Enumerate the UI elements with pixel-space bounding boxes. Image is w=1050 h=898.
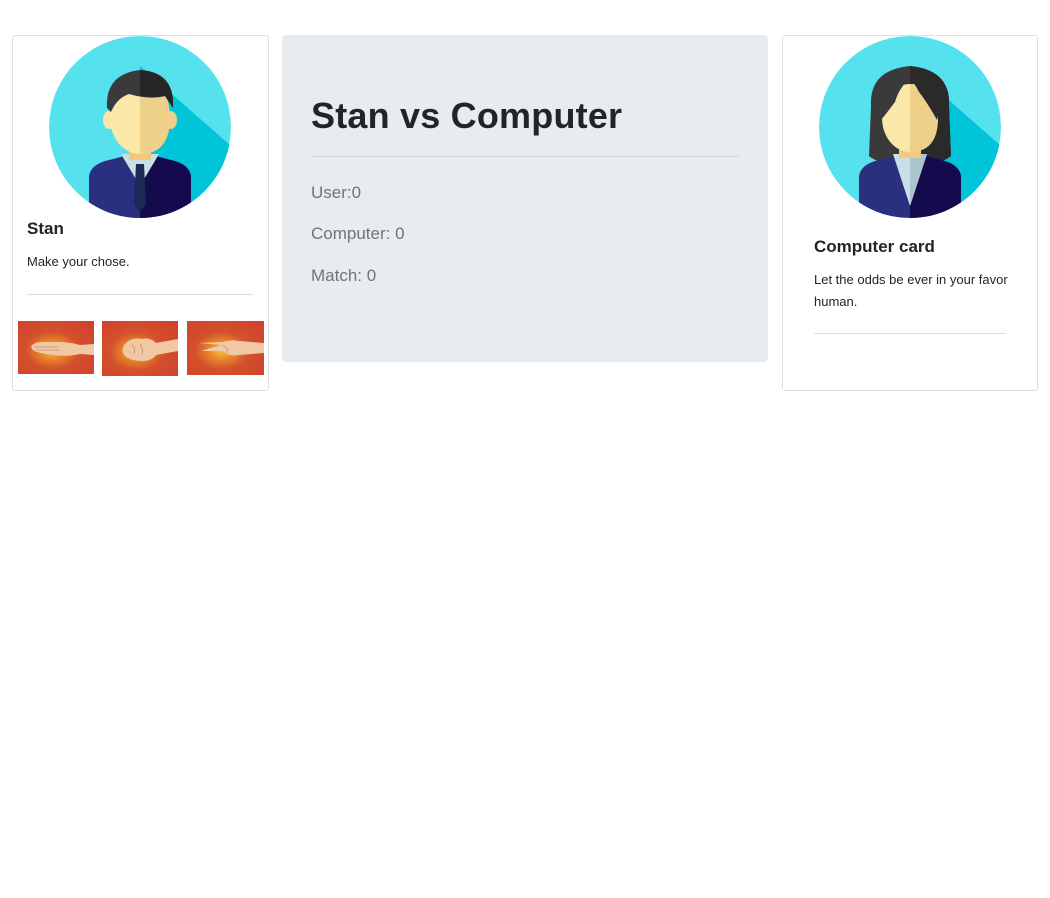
divider xyxy=(814,333,1006,334)
scoreboard-panel: Stan vs Computer User:0 Computer: 0 Matc… xyxy=(282,35,768,362)
paper-choice-button[interactable] xyxy=(18,321,94,374)
scissors-hand-icon xyxy=(199,340,264,356)
divider xyxy=(311,156,739,157)
player-prompt: Make your chose. xyxy=(27,254,130,269)
player-name: Stan xyxy=(27,219,64,238)
match-score: Match: 0 xyxy=(311,266,377,285)
computer-card-title: Computer card xyxy=(814,237,935,256)
paper-hand-icon xyxy=(31,341,94,356)
computer-card-text: Let the odds be ever in your favor human… xyxy=(814,272,1008,309)
scissors-choice-button[interactable] xyxy=(187,321,264,375)
divider xyxy=(27,294,253,295)
computer-score: Computer: 0 xyxy=(311,224,405,243)
computer-card: Computer card Let the odds be ever in yo… xyxy=(782,35,1038,391)
match-title: Stan vs Computer xyxy=(311,95,623,136)
rock-fist-icon xyxy=(122,338,178,361)
female-avatar-icon xyxy=(819,36,1001,218)
user-score: User:0 xyxy=(311,183,362,202)
rock-choice-button[interactable] xyxy=(102,321,178,376)
male-avatar-icon xyxy=(49,36,231,218)
player-card: Stan Make your chose. xyxy=(12,35,269,391)
